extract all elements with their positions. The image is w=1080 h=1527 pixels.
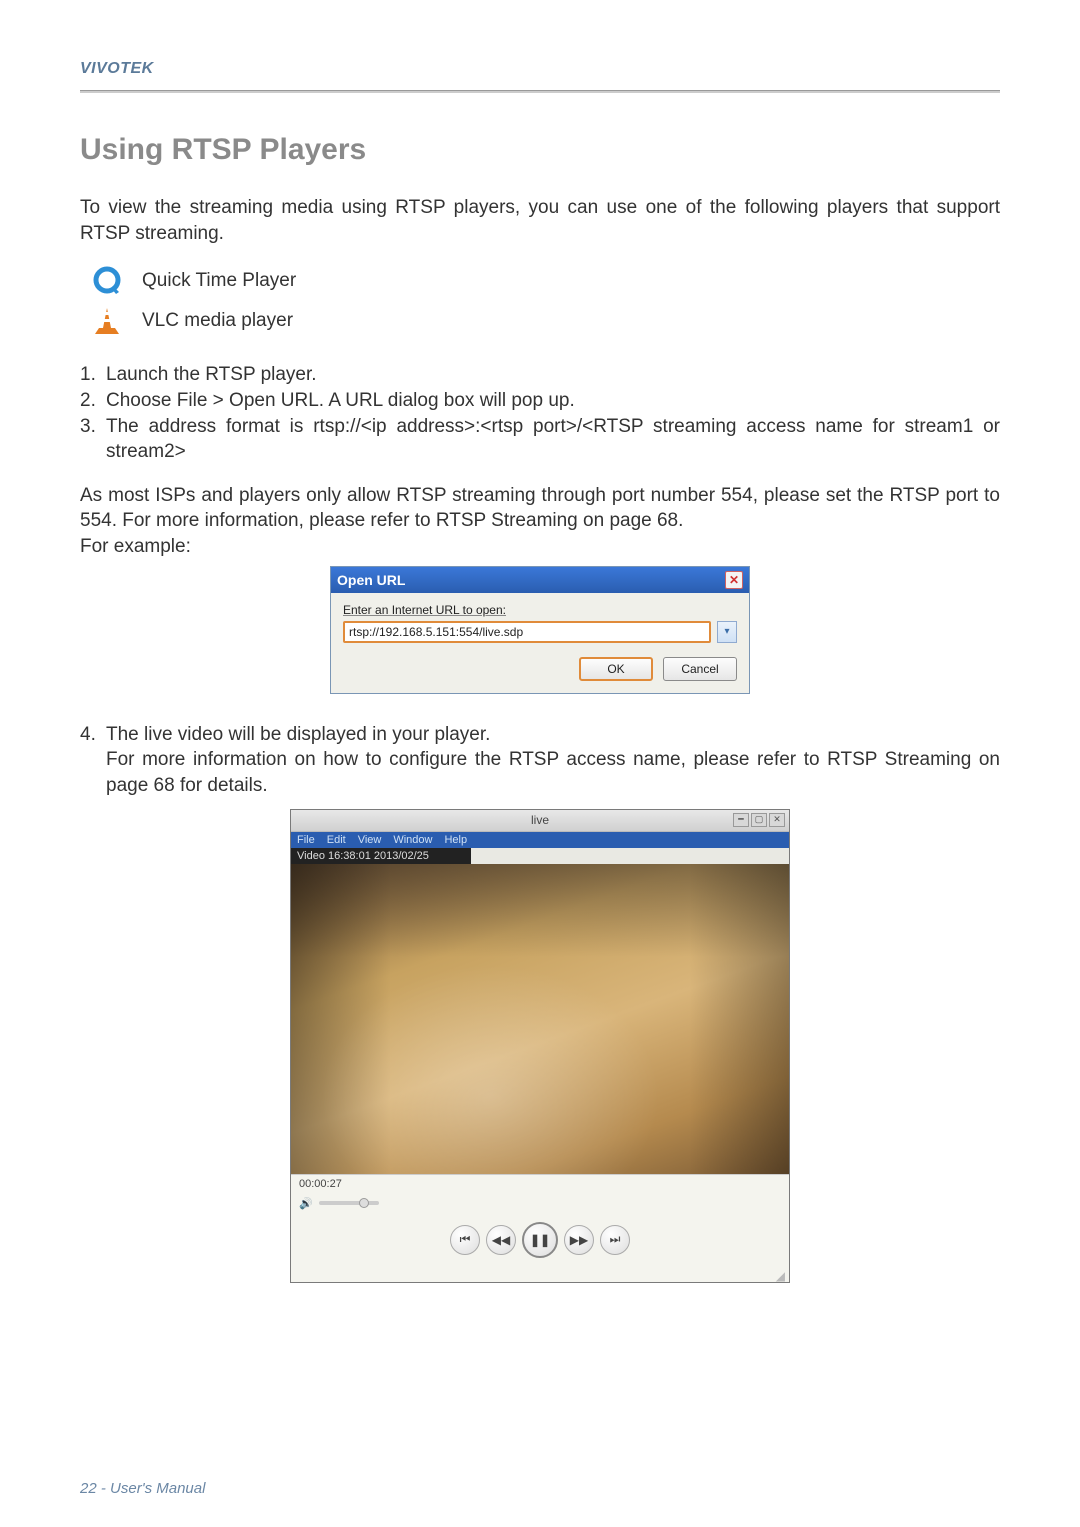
player-quicktime: Quick Time Player xyxy=(90,264,1000,298)
close-icon: ✕ xyxy=(773,814,781,825)
forward-icon: ▶▶ xyxy=(570,1233,588,1247)
step-2: 2. Choose File > Open URL. A URL dialog … xyxy=(80,388,1000,414)
page-footer: 22 - User's Manual xyxy=(80,1480,205,1497)
video-frame xyxy=(291,864,789,1174)
close-icon: ✕ xyxy=(729,573,739,587)
step-1: 1. Launch the RTSP player. xyxy=(80,362,1000,388)
dialog-cancel-button[interactable]: Cancel xyxy=(663,657,737,681)
open-url-dialog: Open URL ✕ Enter an Internet URL to open… xyxy=(330,566,750,694)
dialog-title: Open URL xyxy=(337,572,405,588)
player-vlc-label: VLC media player xyxy=(142,308,293,334)
player-menubar: File Edit View Window Help xyxy=(291,832,789,848)
vlc-icon xyxy=(90,304,124,338)
player-controls: ⏮ ◀◀ ❚❚ ▶▶ ⏭ xyxy=(291,1214,789,1272)
for-example-label: For example: xyxy=(80,534,1000,560)
skip-back-icon: ⏮ xyxy=(460,1232,471,1247)
rewind-button[interactable]: ◀◀ xyxy=(486,1225,516,1255)
player-title: live xyxy=(531,813,549,827)
port-note: As most ISPs and players only allow RTSP… xyxy=(80,483,1000,534)
volume-slider[interactable] xyxy=(319,1201,379,1205)
pause-icon: ❚❚ xyxy=(530,1233,550,1247)
menu-edit[interactable]: Edit xyxy=(327,834,346,846)
skip-forward-button[interactable]: ⏭ xyxy=(600,1225,630,1255)
player-volume-row: 🔊 xyxy=(291,1193,789,1214)
menu-file[interactable]: File xyxy=(297,834,315,846)
skip-forward-icon: ⏭ xyxy=(610,1232,621,1247)
player-vlc: VLC media player xyxy=(90,304,1000,338)
player-quicktime-label: Quick Time Player xyxy=(142,268,296,294)
resize-grip-icon[interactable]: ◢ xyxy=(291,1272,789,1282)
skip-back-button[interactable]: ⏮ xyxy=(450,1225,480,1255)
menu-help[interactable]: Help xyxy=(444,834,467,846)
forward-button[interactable]: ▶▶ xyxy=(564,1225,594,1255)
dialog-close-button[interactable]: ✕ xyxy=(725,571,743,589)
section-title: Using RTSP Players xyxy=(80,133,1000,167)
dialog-ok-button[interactable]: OK xyxy=(579,657,653,681)
player-time-display: 00:00:27 xyxy=(291,1174,789,1193)
intro-paragraph: To view the streaming media using RTSP p… xyxy=(80,195,1000,246)
play-pause-button[interactable]: ❚❚ xyxy=(522,1222,558,1258)
media-player-window: live ━ ▢ ✕ File Edit View Window Help Vi… xyxy=(290,809,790,1283)
chevron-down-icon: ▾ xyxy=(724,626,729,637)
maximize-icon: ▢ xyxy=(755,814,764,825)
rewind-icon: ◀◀ xyxy=(492,1233,510,1247)
brand-header: VIVOTEK xyxy=(80,60,1000,78)
player-maximize-button[interactable]: ▢ xyxy=(751,813,767,827)
dialog-titlebar: Open URL ✕ xyxy=(331,567,749,593)
video-timestamp-overlay: Video 16:38:01 2013/02/25 xyxy=(291,848,471,864)
dialog-url-dropdown[interactable]: ▾ xyxy=(717,621,737,643)
minimize-icon: ━ xyxy=(738,814,743,825)
dialog-url-input[interactable]: rtsp://192.168.5.151:554/live.sdp xyxy=(343,621,711,643)
quicktime-icon xyxy=(90,264,124,298)
player-close-button[interactable]: ✕ xyxy=(769,813,785,827)
instruction-steps: 1. Launch the RTSP player. 2. Choose Fil… xyxy=(80,362,1000,465)
menu-view[interactable]: View xyxy=(358,834,382,846)
step-4: 4. The live video will be displayed in y… xyxy=(80,722,1000,748)
header-divider xyxy=(80,90,1000,93)
supported-players-list: Quick Time Player VLC media player xyxy=(90,264,1000,338)
step-4-details: For more information on how to configure… xyxy=(80,747,1000,798)
player-titlebar: live ━ ▢ ✕ xyxy=(291,810,789,832)
dialog-url-label: Enter an Internet URL to open: xyxy=(343,603,737,617)
volume-slider-thumb[interactable] xyxy=(359,1198,369,1208)
step-3: 3. The address format is rtsp://<ip addr… xyxy=(80,414,1000,465)
menu-window[interactable]: Window xyxy=(393,834,432,846)
player-minimize-button[interactable]: ━ xyxy=(733,813,749,827)
volume-icon: 🔊 xyxy=(299,1197,313,1210)
